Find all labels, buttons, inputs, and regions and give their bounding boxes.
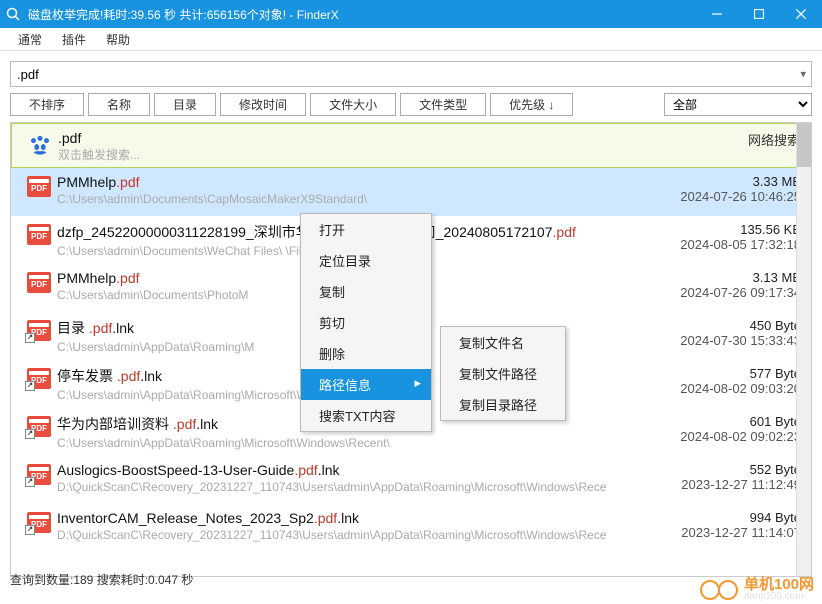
context-menu: 打开 定位目录 复制 剪切 删除 路径信息▸ 搜索TXT内容 [300,213,432,432]
scrollbar[interactable] [796,123,811,576]
pdf-file-icon: PDF↗ [27,464,51,485]
ctx-delete[interactable]: 删除 [301,338,431,369]
status-bar: 查询到数量:189 搜索耗时:0.047 秒 [10,571,193,588]
result-row[interactable]: PDF↗ Auslogics-BoostSpeed-13-User-Guide.p… [11,456,811,504]
file-date: 2024-08-02 09:02:23 [641,429,801,444]
menu-item-help[interactable]: 帮助 [96,28,140,50]
file-size: 135.56 KB [641,222,801,237]
shortcut-badge-icon: ↗ [25,525,35,535]
baidu-icon [26,132,54,160]
ctx-copy-filepath[interactable]: 复制文件路径 [441,358,565,389]
web-search-hint-row[interactable]: .pdf 双击触发搜索... 网络搜索 [11,123,811,168]
pdf-file-icon: PDF↗ [27,512,51,533]
file-path: D:\QuickScanC\Recovery_20231227_110743\U… [57,528,641,542]
menu-item-plugins[interactable]: 插件 [52,28,96,50]
sort-type-button[interactable]: 文件类型 [400,93,486,116]
watermark-brand: 单机100网 [744,577,814,592]
sort-mtime-button[interactable]: 修改时间 [220,93,306,116]
hint-subtext: 双击触发搜索... [58,146,640,163]
file-name: PMMhelp.pdf [57,174,641,190]
shortcut-badge-icon: ↗ [25,429,35,439]
pdf-file-icon: PDF↗ [27,416,51,437]
minimize-button[interactable] [696,0,738,28]
watermark: 单机100网 danji100.com [700,577,814,602]
hint-net-label: 网络搜索 [748,130,800,149]
file-size: 3.13 MB [641,270,801,285]
file-path: C:\Users\admin\Documents\CapMosaicMakerX… [57,192,641,206]
search-input[interactable] [10,61,812,87]
hint-query: .pdf [58,130,640,146]
file-date: 2024-07-26 10:46:25 [641,189,801,204]
file-date: 2023-12-27 11:14:07 [641,525,801,540]
titlebar: 磁盘枚举完成!耗时:39.56 秒 共计:656156个对象! - Finder… [0,0,822,28]
ctx-copy-dirpath[interactable]: 复制目录路径 [441,389,565,420]
pdf-file-icon: PDF↗ [27,368,51,389]
result-row[interactable]: PDF PMMhelp.pdf C:\Users\admin\Documents\C… [11,168,811,216]
menubar: 通常 插件 帮助 [0,28,822,51]
sort-dir-button[interactable]: 目录 [154,93,216,116]
file-date: 2024-08-05 17:32:18 [641,237,801,252]
close-button[interactable] [780,0,822,28]
ctx-open[interactable]: 打开 [301,214,431,245]
ctx-search-txt[interactable]: 搜索TXT内容 [301,400,431,431]
file-size: 3.33 MB [641,174,801,189]
ctx-cut[interactable]: 剪切 [301,307,431,338]
toolbar: 不排序 名称 目录 修改时间 文件大小 文件类型 优先级 ↓ 全部 [0,93,822,122]
filter-select[interactable]: 全部 [664,93,812,116]
file-name: Auslogics-BoostSpeed-13-User-Guide.pdf.l… [57,462,641,478]
file-name: InventorCAM_Release_Notes_2023_Sp2.pdf.l… [57,510,641,526]
window-controls [696,0,822,28]
sort-priority-button[interactable]: 优先级 ↓ [490,93,573,116]
file-date: 2023-12-27 11:12:49 [641,477,801,492]
chevron-right-icon: ▸ [414,375,421,391]
pdf-file-icon: PDF↗ [27,320,51,341]
shortcut-badge-icon: ↗ [25,381,35,391]
maximize-button[interactable] [738,0,780,28]
dropdown-icon[interactable]: ▾ [800,68,806,81]
file-date: 2024-08-02 09:03:20 [641,381,801,396]
sort-name-button[interactable]: 名称 [88,93,150,116]
pdf-file-icon: PDF [27,272,51,293]
scroll-thumb[interactable] [797,123,811,167]
ctx-copy-filename[interactable]: 复制文件名 [441,327,565,358]
result-row[interactable]: PDF↗ InventorCAM_Release_Notes_2023_Sp2.p… [11,504,811,552]
ctx-pathinfo[interactable]: 路径信息▸ [301,369,431,400]
file-size: 601 Byte [641,414,801,429]
ctx-locate[interactable]: 定位目录 [301,245,431,276]
file-path: D:\QuickScanC\Recovery_20231227_110743\U… [57,480,641,494]
shortcut-badge-icon: ↗ [25,477,35,487]
pdf-file-icon: PDF [27,176,51,197]
menu-item-general[interactable]: 通常 [8,28,52,50]
sort-size-button[interactable]: 文件大小 [310,93,396,116]
file-size: 577 Byte [641,366,801,381]
search-area: ▾ [0,51,822,93]
shortcut-badge-icon: ↗ [25,333,35,343]
file-path: C:\Users\admin\AppData\Roaming\Microsoft… [57,436,641,450]
file-date: 2024-07-26 09:17:34 [641,285,801,300]
ctx-copy[interactable]: 复制 [301,276,431,307]
file-size: 450 Byte [641,318,801,333]
file-date: 2024-07-30 15:33:43 [641,333,801,348]
file-size: 552 Byte [641,462,801,477]
context-submenu: 复制文件名 复制文件路径 复制目录路径 [440,326,566,421]
app-icon [4,5,22,23]
sort-none-button[interactable]: 不排序 [10,93,84,116]
window-title: 磁盘枚举完成!耗时:39.56 秒 共计:656156个对象! - Finder… [28,6,696,23]
pdf-file-icon: PDF [27,224,51,245]
watermark-url: danji100.com [744,592,814,602]
file-size: 994 Byte [641,510,801,525]
